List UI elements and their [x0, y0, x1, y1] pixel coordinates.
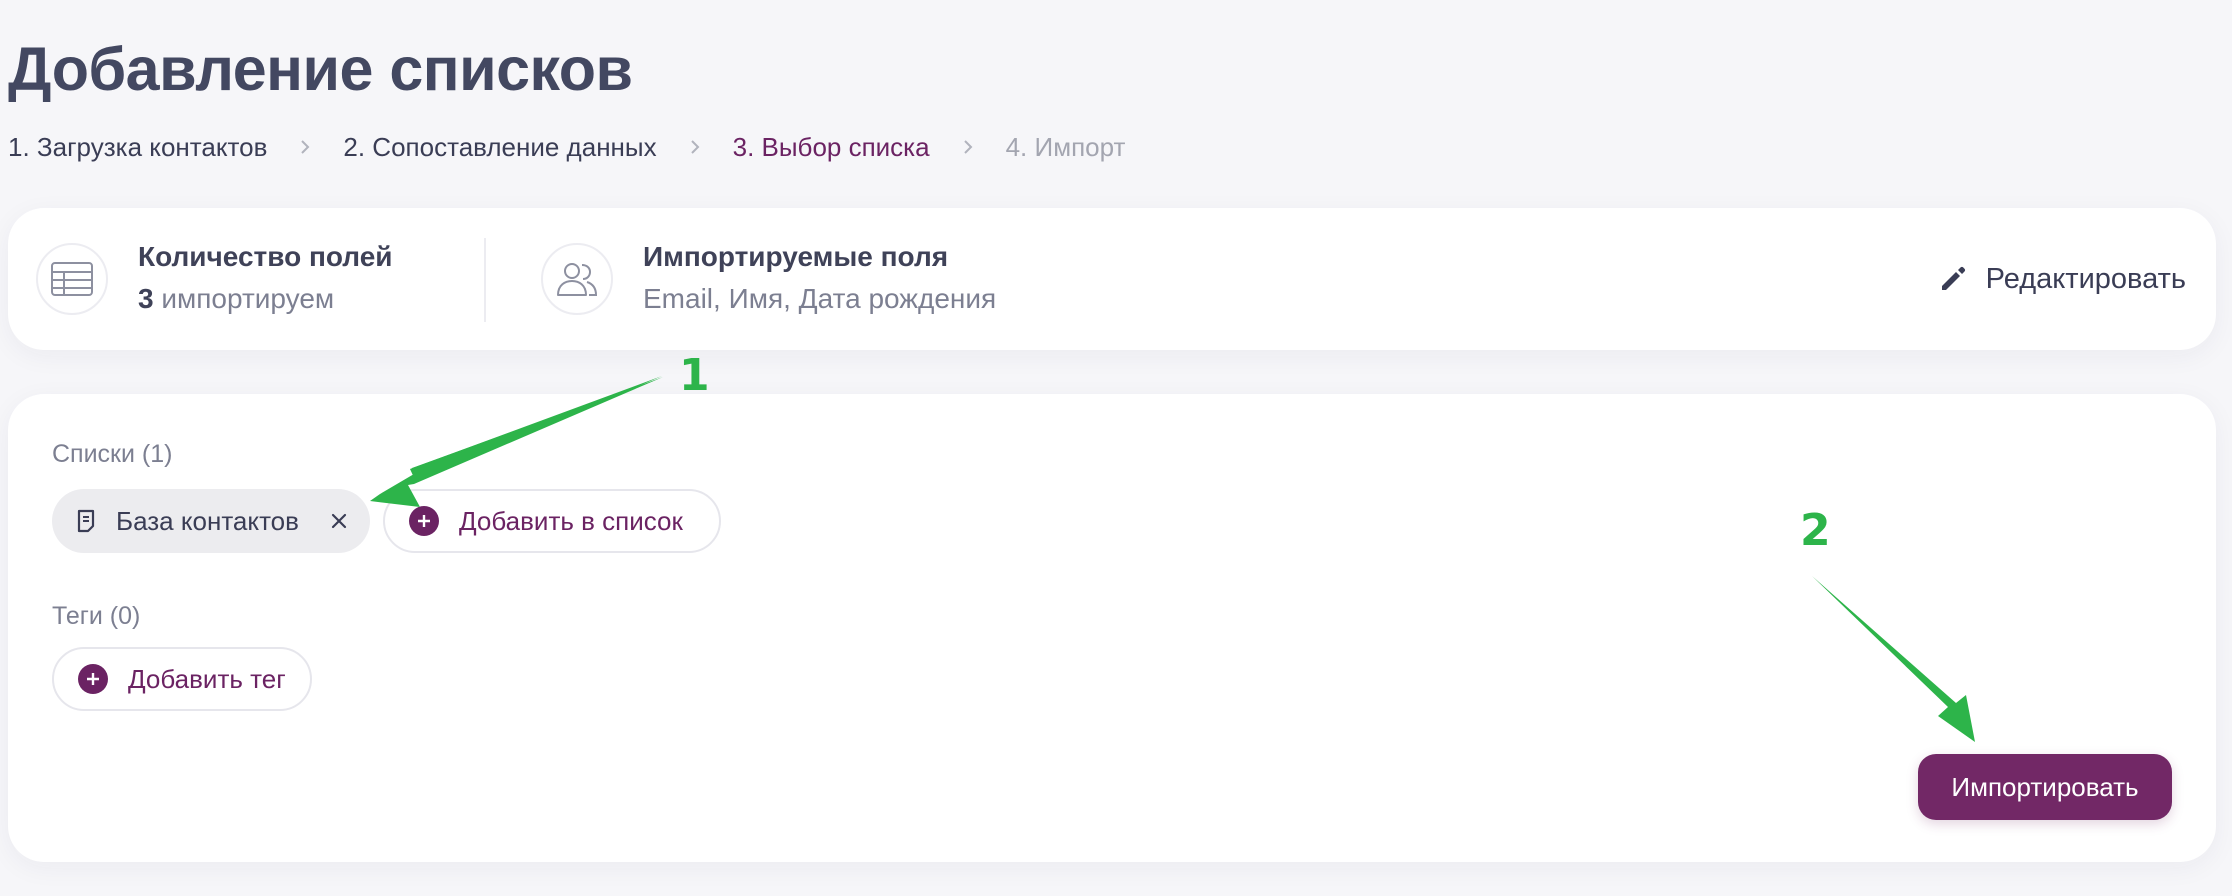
fields-count-value: 3 импортируем: [138, 283, 335, 314]
table-icon: [36, 243, 108, 315]
users-icon: [541, 243, 613, 315]
close-icon: [331, 513, 347, 529]
chevron-right-icon: [299, 139, 311, 155]
remove-list-button[interactable]: [330, 512, 348, 530]
annotation-label-1: 1: [679, 350, 710, 401]
lists-section-label: Списки (1): [52, 440, 173, 468]
edit-button[interactable]: Редактировать: [1938, 208, 2186, 350]
imported-fields-title: Импортируемые поля: [643, 241, 949, 272]
import-summary-card: Количество полей 3 импортируем Импортиру…: [8, 208, 2216, 350]
step-upload-contacts[interactable]: 1. Загрузка контактов: [8, 132, 267, 163]
document-icon: [76, 509, 96, 533]
pencil-icon: [1938, 264, 1968, 294]
list-selection-card: Списки (1) База контактов Добавить в спи…: [8, 394, 2216, 862]
import-button[interactable]: Импортировать: [1918, 754, 2172, 820]
import-stepper: 1. Загрузка контактов 2. Сопоставление д…: [8, 130, 1125, 164]
annotation-label-2: 2: [1800, 505, 1831, 556]
add-to-list-button[interactable]: Добавить в список: [383, 489, 721, 553]
add-to-list-label: Добавить в список: [459, 505, 683, 536]
step-data-mapping[interactable]: 2. Сопоставление данных: [343, 132, 656, 163]
edit-button-label: Редактировать: [1985, 262, 2186, 295]
chevron-right-icon: [689, 139, 701, 155]
imported-fields-block: Импортируемые поля Email, Имя, Дата рожд…: [541, 208, 996, 350]
summary-divider: [484, 238, 486, 322]
step-select-list: 3. Выбор списка: [732, 131, 930, 162]
step-import: 4. Импорт: [1005, 131, 1126, 162]
fields-count-title: Количество полей: [138, 241, 393, 272]
page-title: Добавление списков: [8, 35, 633, 103]
add-tag-label: Добавить тег: [128, 663, 286, 694]
tags-section-label: Теги (0): [52, 602, 141, 630]
list-chip-label: База контактов: [116, 505, 299, 536]
add-tag-button[interactable]: Добавить тег: [52, 647, 312, 711]
list-chip: База контактов: [52, 489, 370, 553]
fields-count-block: Количество полей 3 импортируем: [36, 208, 393, 350]
chevron-right-icon: [962, 139, 974, 155]
imported-fields-value: Email, Имя, Дата рождения: [643, 283, 997, 314]
plus-circle-icon: [409, 506, 439, 536]
plus-circle-icon: [78, 664, 108, 694]
